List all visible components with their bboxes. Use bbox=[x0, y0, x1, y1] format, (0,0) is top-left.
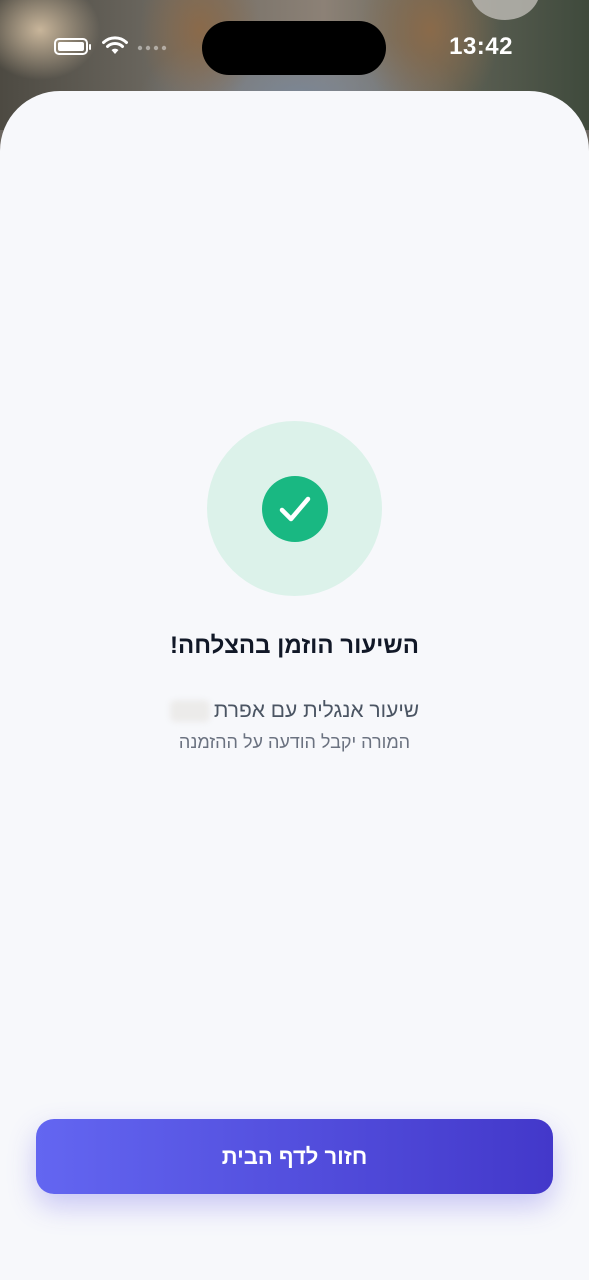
back-home-button[interactable]: חזור לדף הבית bbox=[36, 1119, 553, 1194]
battery-icon bbox=[54, 38, 91, 55]
dynamic-island bbox=[202, 21, 386, 75]
wifi-icon bbox=[102, 36, 128, 54]
status-time: 13:42 bbox=[449, 33, 513, 60]
success-illustration bbox=[207, 421, 382, 596]
lesson-summary: שיעור אנגלית עם אפרת bbox=[0, 699, 589, 723]
page-title: השיעור הוזמן בהצלחה! bbox=[170, 632, 419, 659]
lesson-line: שיעור אנגלית עם אפרת bbox=[213, 699, 420, 722]
teacher-notice: המורה יקבל הודעה על ההזמנה bbox=[178, 732, 411, 752]
status-bar: 13:42 bbox=[0, 0, 589, 90]
check-circle-icon bbox=[262, 476, 328, 542]
redacted-name bbox=[169, 700, 210, 723]
booking-success-sheet: השיעור הוזמן בהצלחה! שיעור אנגלית עם אפר… bbox=[0, 91, 589, 1280]
checkmark-icon bbox=[279, 496, 311, 522]
cellular-signal-icon bbox=[137, 45, 167, 51]
